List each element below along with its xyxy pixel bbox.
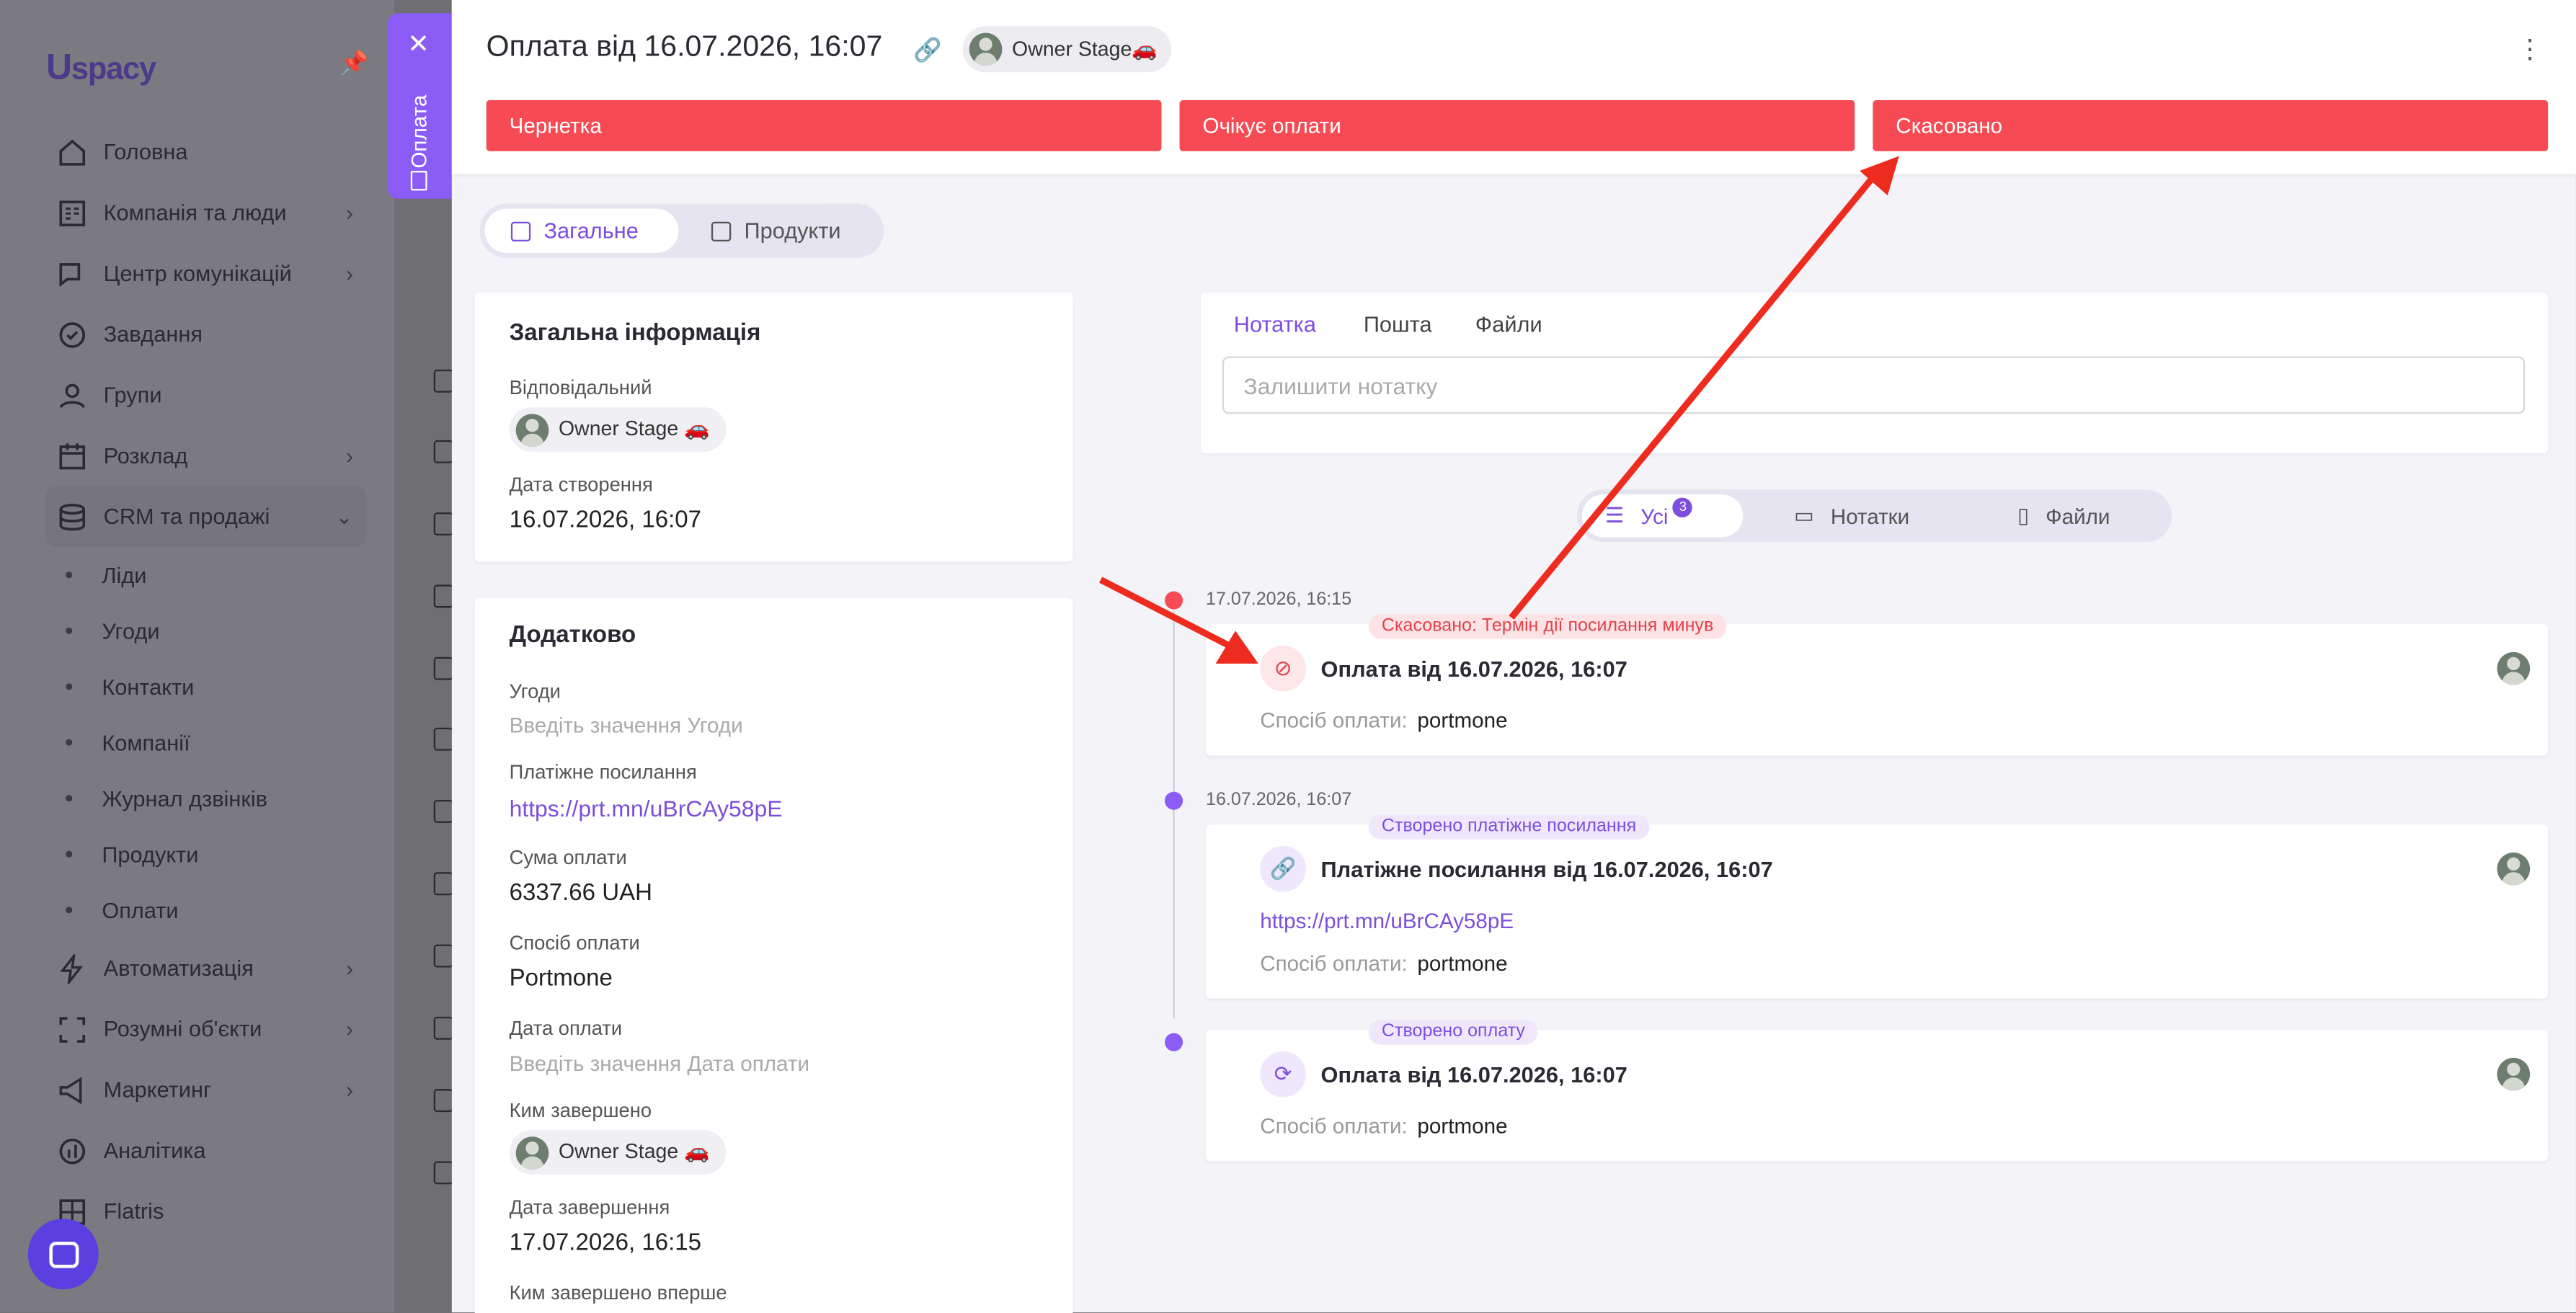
annotation-arrow-up bbox=[1509, 175, 1875, 620]
annotation-arrows bbox=[1099, 156, 1899, 664]
arrow-head bbox=[1215, 631, 1258, 664]
annotation-arrow-left bbox=[1099, 577, 1238, 652]
